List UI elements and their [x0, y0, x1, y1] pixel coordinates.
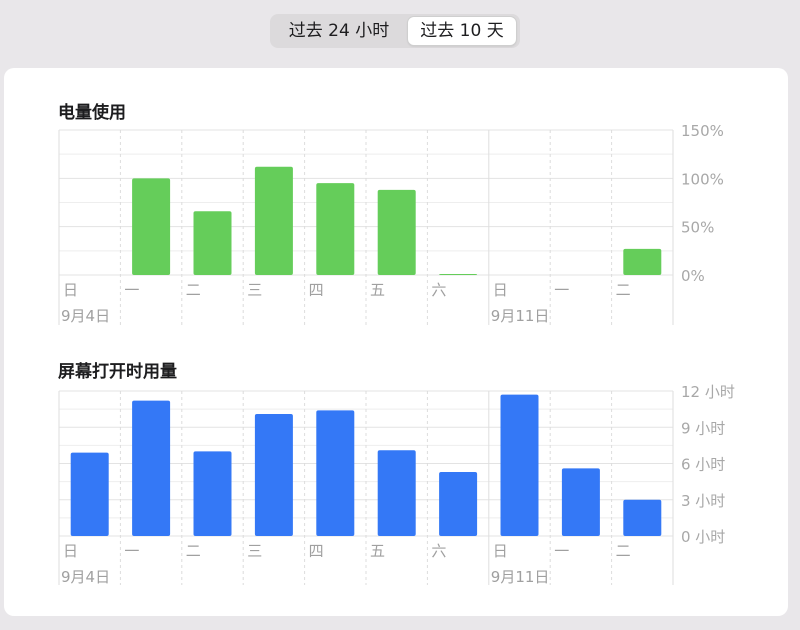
y-tick-label-3: 9 小时 — [681, 419, 725, 437]
x-tick-label-9: 二 — [616, 542, 631, 560]
x-tick-label-1: 一 — [124, 542, 139, 560]
x-tick-label-8: 一 — [554, 542, 569, 560]
x-tick-label-4: 四 — [309, 542, 324, 560]
x-tick-label-6: 六 — [431, 542, 446, 560]
y-tick-label-1: 3 小时 — [681, 492, 725, 510]
x-tick-label-5: 五 — [370, 542, 385, 560]
y-tick-label-0: 0 小时 — [681, 528, 725, 546]
bar-1 — [132, 400, 171, 536]
x-tick-label-2: 二 — [186, 542, 201, 560]
bar-3 — [254, 413, 293, 536]
x-tick-label-7: 日 — [493, 542, 508, 560]
bar-2 — [193, 451, 232, 536]
bar-6 — [439, 471, 478, 536]
date-label-0: 9月4日 — [61, 568, 110, 586]
screen-on-usage-chart: 0 小时 3 小时 6 小时 9 小时 12 小时日 一 二 三 四 五 六 日 一 二 9月4日 9月11日 — [58, 383, 735, 586]
bar-7 — [500, 394, 539, 536]
bar-9 — [623, 499, 662, 536]
bar-0 — [70, 452, 109, 536]
bar-8 — [561, 468, 600, 536]
bar-5 — [377, 450, 416, 536]
bar-4 — [316, 410, 355, 536]
y-tick-label-2: 6 小时 — [681, 456, 725, 474]
x-tick-label-0: 日 — [63, 542, 78, 560]
x-tick-label-3: 三 — [247, 542, 262, 560]
y-tick-label-4: 12 小时 — [681, 383, 735, 401]
date-label-7: 9月11日 — [491, 568, 550, 586]
